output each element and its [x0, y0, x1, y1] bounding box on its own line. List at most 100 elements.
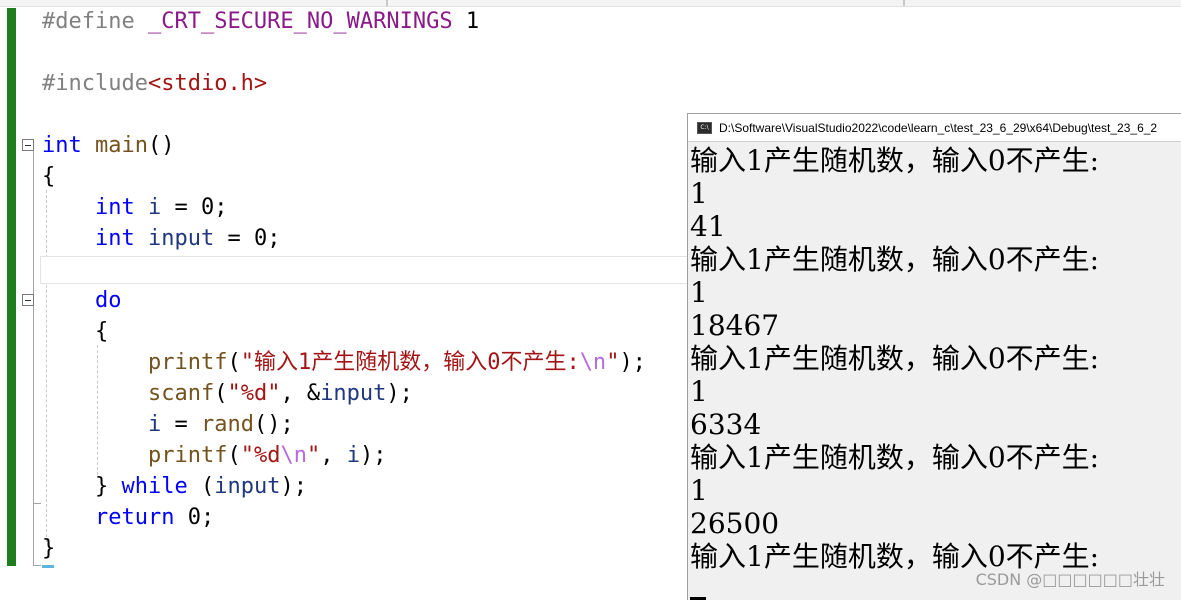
code-token: printf — [147, 443, 228, 468]
code-token: { — [42, 164, 56, 189]
code-token: "%d — [240, 443, 281, 468]
code-token: , — [320, 443, 347, 468]
code-token: input — [320, 381, 387, 406]
console-window[interactable]: C:\ D:\Software\VisualStudio2022\code\le… — [687, 113, 1181, 600]
code-token: \n — [579, 350, 607, 375]
console-output-line: 1 — [690, 474, 708, 507]
code-token: ( — [227, 350, 241, 375]
editor-tab-strip — [0, 0, 1181, 7]
change-tracking-bar — [7, 8, 16, 566]
code-line[interactable]: } — [42, 535, 55, 563]
console-output-line: 输入1产生随机数，输入0不产生: — [690, 342, 1100, 375]
console-output-line: 6334 — [690, 408, 762, 441]
current-line-highlight — [40, 256, 700, 284]
code-token: rand — [200, 412, 254, 437]
console-output-line: 41 — [690, 210, 726, 243]
code-token: ); — [280, 474, 307, 499]
code-token: return — [94, 505, 175, 530]
code-token: " — [606, 350, 620, 375]
code-line[interactable]: return 0; — [42, 504, 214, 532]
code-token: } — [42, 474, 122, 499]
code-token: " — [306, 443, 321, 468]
code-token: , & — [280, 381, 321, 406]
code-token: input — [214, 474, 281, 499]
code-line[interactable]: scanf("%d", &input); — [42, 380, 413, 408]
code-token: = 0; — [214, 226, 281, 251]
code-line[interactable]: { — [42, 318, 108, 346]
console-output-line: 26500 — [690, 507, 780, 540]
code-line[interactable]: int i = 0; — [42, 194, 227, 222]
code-line[interactable]: printf("输入1产生随机数，输入0不产生:\n"); — [42, 349, 646, 377]
code-token: #define — [42, 9, 148, 34]
code-token: <stdio.h> — [147, 71, 268, 96]
code-token: int — [42, 133, 82, 158]
code-token: input — [147, 226, 215, 251]
change-marker — [42, 565, 54, 568]
code-line[interactable]: { — [42, 163, 55, 191]
code-token: ); — [619, 350, 646, 375]
code-token: "%d" — [227, 381, 281, 406]
code-token: do — [94, 288, 122, 313]
code-token: ( — [214, 381, 228, 406]
code-line[interactable]: #define _CRT_SECURE_NO_WARNINGS 1 — [42, 8, 479, 36]
code-token: i — [147, 412, 162, 437]
code-token: while — [121, 474, 188, 499]
console-output: 输入1产生随机数，输入0不产生: 1 41 输入1产生随机数，输入0不产生: 1 1846… — [690, 144, 1180, 573]
code-token: ( — [227, 443, 241, 468]
code-token: ( — [187, 474, 215, 499]
console-titlebar[interactable]: C:\ D:\Software\VisualStudio2022\code\le… — [688, 114, 1181, 142]
code-token: "输入1产生随机数，输入0不产生: — [240, 350, 580, 375]
code-line[interactable]: int input = 0; — [42, 225, 280, 253]
code-token: (); — [253, 412, 294, 437]
code-line[interactable]: do — [42, 287, 122, 315]
console-output-line: 18467 — [690, 309, 780, 342]
code-token: ); — [386, 381, 413, 406]
console-output-line: 输入1产生随机数，输入0不产生: — [690, 144, 1100, 177]
code-token: ); — [359, 443, 387, 468]
code-token: i — [147, 195, 162, 220]
code-token: } — [42, 536, 56, 561]
fold-toggle-do[interactable] — [22, 294, 34, 306]
code-token: int — [94, 226, 135, 251]
tab-divider — [903, 0, 905, 6]
code-token: = 0; — [161, 195, 228, 220]
fold-toggle-main[interactable] — [22, 139, 34, 151]
console-output-line: 1 — [690, 276, 708, 309]
code-token: main — [95, 133, 148, 158]
code-token: 1 — [452, 9, 480, 34]
code-line[interactable]: #include<stdio.h> — [42, 70, 267, 98]
console-output-line: 1 — [690, 375, 708, 408]
code-line[interactable]: } while (input); — [42, 473, 307, 501]
code-token: #include — [42, 71, 148, 96]
code-line[interactable]: printf("%d\n", i); — [42, 442, 386, 470]
code-token: i — [346, 443, 360, 468]
console-window-title: D:\Software\VisualStudio2022\code\learn_… — [719, 121, 1158, 135]
code-line[interactable]: i = rand(); — [42, 411, 294, 439]
tab-divider — [386, 0, 388, 6]
fold-end-main — [33, 565, 41, 566]
code-token: = — [161, 412, 201, 437]
code-token: scanf — [147, 381, 215, 406]
console-output-line: 输入1产生随机数，输入0不产生: — [690, 441, 1100, 474]
code-line[interactable]: int main() — [42, 132, 174, 160]
fold-end-do — [33, 503, 41, 504]
code-token: \n — [280, 443, 307, 468]
code-token: () — [147, 133, 175, 158]
code-token: 0; — [174, 505, 215, 530]
console-output-line: 输入1产生随机数，输入0不产生: — [690, 243, 1100, 276]
console-app-icon: C:\ — [697, 122, 712, 134]
code-token: _CRT_SECURE_NO_WARNINGS — [147, 9, 453, 34]
code-token: printf — [147, 350, 228, 375]
console-output-line: 1 — [690, 177, 708, 210]
